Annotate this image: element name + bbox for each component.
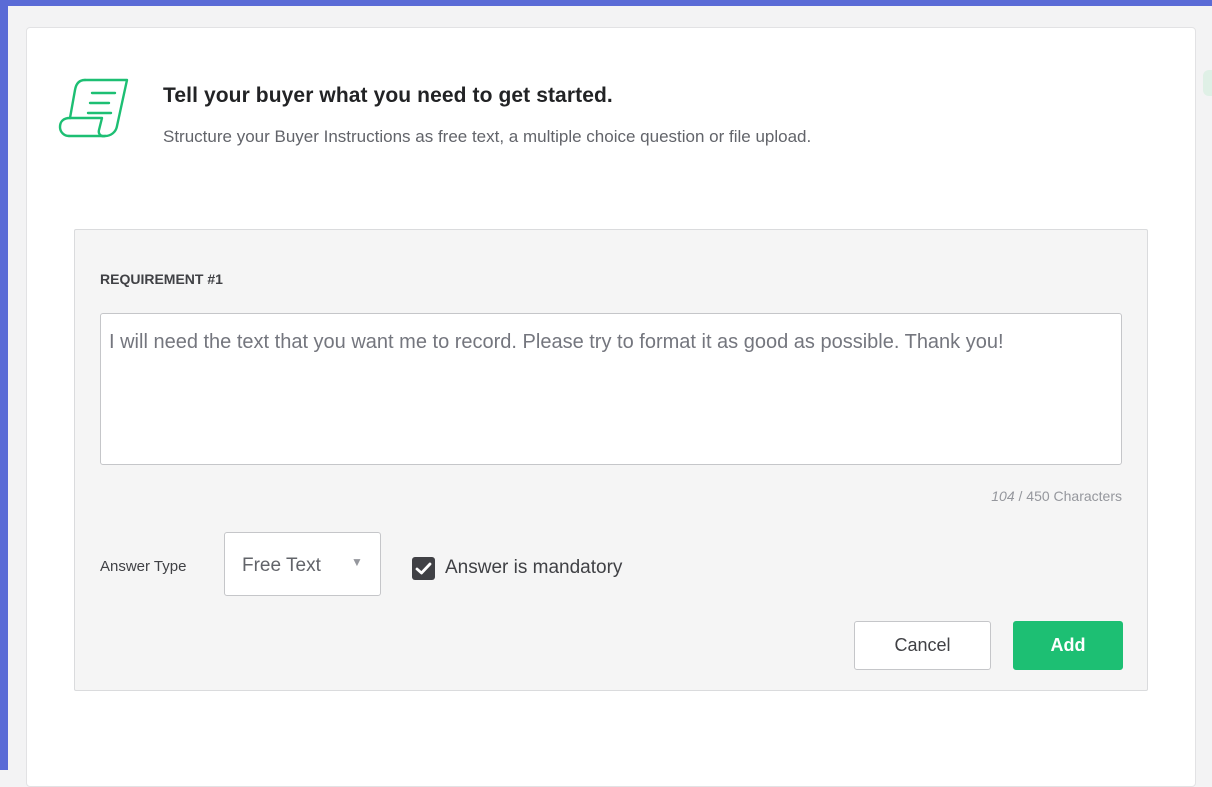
checkmark-icon: [415, 562, 432, 575]
character-count-limit: / 450 Characters: [1014, 488, 1122, 504]
caret-down-icon: ▼: [351, 555, 363, 569]
requirement-textarea[interactable]: I will need the text that you want me to…: [100, 313, 1122, 465]
character-count-current: 104: [991, 488, 1015, 504]
answer-type-select[interactable]: Free Text ▼: [224, 532, 381, 596]
character-counter: 104 / 450 Characters: [991, 488, 1122, 504]
add-button[interactable]: Add: [1013, 621, 1123, 670]
requirement-label: REQUIREMENT #1: [100, 271, 223, 287]
page-subtitle: Structure your Buyer Instructions as fre…: [163, 127, 812, 146]
scroll-icon: [58, 78, 129, 138]
cancel-button[interactable]: Cancel: [854, 621, 991, 670]
mandatory-label: Answer is mandatory: [445, 557, 623, 578]
answer-type-label: Answer Type: [100, 558, 187, 575]
page-title: Tell your buyer what you need to get sta…: [163, 84, 613, 107]
answer-type-value: Free Text: [242, 555, 321, 576]
scroll-indicator[interactable]: [1203, 70, 1212, 96]
mandatory-checkbox[interactable]: [412, 557, 435, 580]
